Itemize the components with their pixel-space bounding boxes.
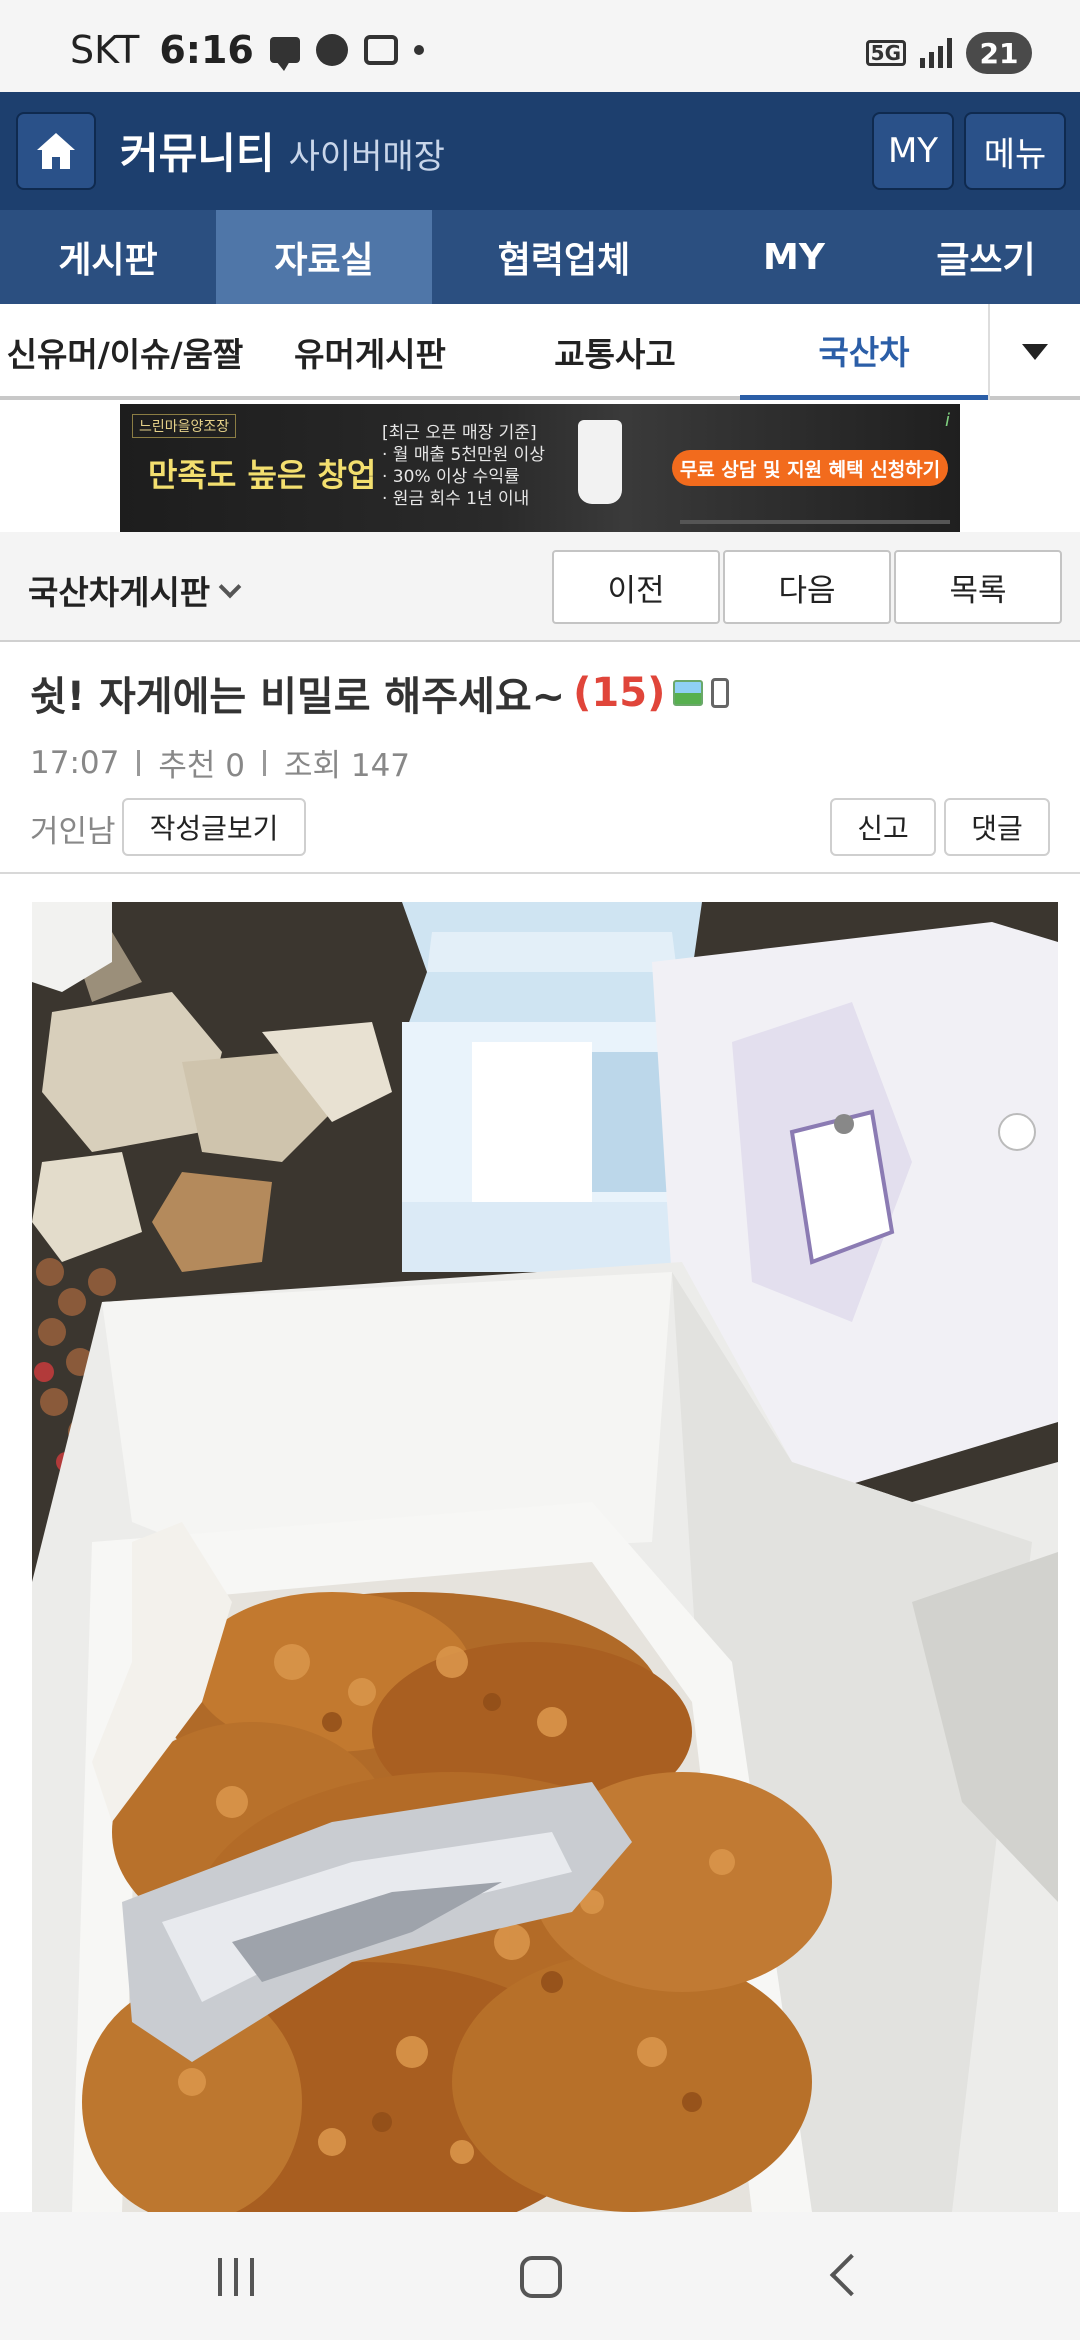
ad-fine-print bbox=[680, 520, 950, 524]
subtab-humor-board[interactable]: 유머게시판 bbox=[250, 304, 490, 400]
sports-icon bbox=[315, 34, 348, 66]
subtab-traffic-accident[interactable]: 교통사고 bbox=[490, 304, 740, 400]
tab-archive[interactable]: 자료실 bbox=[216, 210, 432, 304]
post-author[interactable]: 거인남 bbox=[30, 806, 116, 851]
battery-indicator: 21 bbox=[966, 32, 1032, 74]
status-bar: SKT 6:16 5G 21 bbox=[0, 0, 1080, 92]
post-title-text: 쉿! 자게에는 비밀로 해주세요~ bbox=[30, 674, 566, 720]
comment-button[interactable]: 댓글 bbox=[944, 798, 1050, 856]
sub-tabs: 신유머/이슈/움짤 유머게시판 교통사고 국산차 bbox=[0, 304, 1080, 400]
report-button[interactable]: 신고 bbox=[830, 798, 936, 856]
ad-bullets: [최근 오픈 매장 기준] · 월 매출 5천만원 이상 · 30% 이상 수익… bbox=[382, 422, 545, 510]
caret-down-icon bbox=[1022, 344, 1048, 360]
tab-my[interactable]: MY bbox=[696, 210, 892, 304]
system-nav-bar bbox=[0, 2212, 1080, 2340]
fried-chicken-photo bbox=[32, 902, 1058, 2212]
view-author-posts-button[interactable]: 작성글보기 bbox=[122, 798, 306, 856]
post-image[interactable] bbox=[32, 902, 1058, 2212]
post-time: 17:07 bbox=[30, 744, 120, 781]
status-time: 6:16 bbox=[159, 28, 254, 72]
post-recommend: 추천 0 bbox=[158, 748, 245, 784]
meta-separator bbox=[262, 749, 266, 776]
post-meta: 17:07 추천 0 조회 147 bbox=[30, 740, 410, 785]
next-post-button[interactable]: 다음 bbox=[723, 550, 891, 624]
divider bbox=[0, 872, 1080, 874]
home-icon bbox=[37, 133, 75, 169]
meta-separator bbox=[137, 749, 141, 776]
ad-bullet: · 30% 이상 수익률 bbox=[382, 467, 520, 487]
home-nav-button[interactable] bbox=[520, 2256, 562, 2298]
board-bar: 국산차게시판 이전 다음 목록 bbox=[0, 532, 1080, 642]
subtab-more-button[interactable] bbox=[988, 304, 1080, 400]
prev-post-button[interactable]: 이전 bbox=[552, 550, 720, 624]
post-title: 쉿! 자게에는 비밀로 해주세요~ (15) bbox=[30, 664, 730, 722]
ad-bullet: · 원금 회수 1년 이내 bbox=[382, 489, 530, 509]
status-right: 5G 21 bbox=[865, 32, 1032, 74]
home-button[interactable] bbox=[16, 112, 96, 190]
ad-bullet: · 월 매출 5천만원 이상 bbox=[382, 445, 545, 465]
list-button[interactable]: 목록 bbox=[894, 550, 1062, 624]
site-header: 커뮤니티 사이버매장 MY 메뉴 bbox=[0, 92, 1080, 210]
message-icon bbox=[269, 37, 300, 71]
ad-brand: 느린마을양조장 bbox=[132, 414, 237, 438]
signal-icon bbox=[920, 38, 952, 68]
chevron-down-icon bbox=[218, 575, 242, 599]
header-title[interactable]: 커뮤니티 bbox=[120, 120, 275, 181]
ad-headline: 만족도 높은 창업 bbox=[148, 456, 377, 494]
tab-board[interactable]: 게시판 bbox=[0, 210, 216, 304]
board-name: 국산차게시판 bbox=[28, 573, 211, 612]
brand: 커뮤니티 사이버매장 bbox=[120, 120, 445, 181]
ad-banner[interactable]: 느린마을양조장 만족도 높은 창업 [최근 오픈 매장 기준] · 월 매출 5… bbox=[120, 404, 960, 532]
menu-button[interactable]: 메뉴 bbox=[964, 112, 1066, 190]
ad-info-icon[interactable]: i bbox=[945, 410, 950, 431]
ad-product-image bbox=[578, 420, 622, 504]
tab-write[interactable]: 글쓰기 bbox=[892, 210, 1080, 304]
comment-count[interactable]: (15) bbox=[573, 670, 665, 716]
status-left: SKT 6:16 bbox=[70, 28, 424, 72]
subtab-new-humor[interactable]: 신유머/이슈/움짤 bbox=[0, 304, 250, 400]
header-subtitle[interactable]: 사이버매장 bbox=[289, 129, 445, 178]
ad-bullet: [최근 오픈 매장 기준] bbox=[382, 423, 537, 443]
my-button[interactable]: MY bbox=[872, 112, 954, 190]
board-selector[interactable]: 국산차게시판 bbox=[28, 566, 242, 614]
screenshot-icon bbox=[363, 35, 398, 65]
more-notifications-icon bbox=[413, 45, 424, 55]
recents-button[interactable] bbox=[218, 2258, 254, 2296]
main-tabs: 게시판 자료실 협력업체 MY 글쓰기 bbox=[0, 210, 1080, 304]
post-views: 조회 147 bbox=[283, 748, 411, 784]
network-5g-icon: 5G bbox=[865, 40, 906, 66]
ad-cta-button[interactable]: 무료 상담 및 지원 혜택 신청하기 bbox=[672, 450, 948, 486]
subtab-domestic-car[interactable]: 국산차 bbox=[740, 304, 988, 400]
carrier-name: SKT bbox=[70, 28, 140, 72]
image-icon bbox=[673, 680, 704, 706]
back-button[interactable] bbox=[829, 2253, 873, 2297]
mobile-icon bbox=[711, 678, 730, 708]
tab-partners[interactable]: 협력업체 bbox=[432, 210, 696, 304]
